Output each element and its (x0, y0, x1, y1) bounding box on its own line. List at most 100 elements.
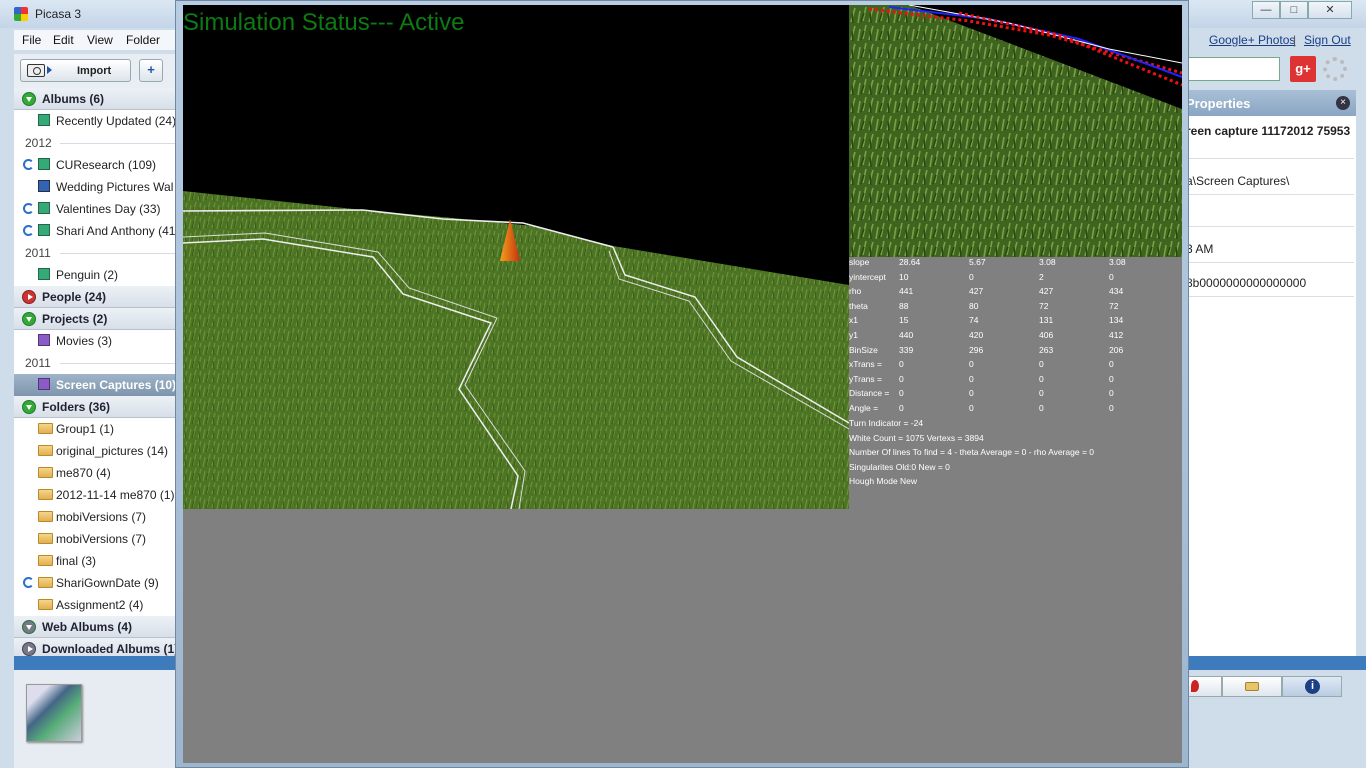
stats-value: 0 (1039, 359, 1044, 370)
sync-icon (23, 159, 34, 170)
google-photos-link[interactable]: Google+ Photos (1209, 33, 1295, 47)
import-label: Import (77, 65, 112, 77)
stats-label: BinSize (849, 344, 878, 355)
expand-arrow-icon[interactable] (22, 642, 36, 656)
collapse-arrow-icon[interactable] (22, 400, 36, 414)
sync-icon (23, 225, 34, 236)
tray-thumbnail[interactable] (26, 684, 82, 742)
stats-value: 206 (1109, 344, 1124, 355)
library-label: People (24) (42, 290, 107, 304)
minimize-icon[interactable]: — (1252, 1, 1280, 19)
property-id: 8b0000000000000000 (1186, 276, 1307, 290)
stats-value: 0 (899, 388, 904, 399)
stats-value: 134 (1109, 315, 1124, 326)
stats-value: 2 (1039, 271, 1044, 282)
menu-edit[interactable]: Edit (53, 33, 74, 47)
properties-toolbar: i (1186, 676, 1356, 698)
library-label: Albums (6) (42, 92, 105, 106)
library-section[interactable]: Projects (2) (14, 308, 184, 330)
library-item[interactable]: Recently Updated (24) (14, 110, 184, 132)
book-icon (38, 180, 50, 192)
library-label: Wedding Pictures Wal (56, 180, 174, 194)
library-item[interactable]: mobiVersions (7) (14, 506, 184, 528)
stats-value: 131 (1039, 315, 1054, 326)
stats-value: 434 (1109, 286, 1124, 297)
library-label: Penguin (2) (56, 268, 119, 282)
sign-out-link[interactable]: Sign Out (1304, 33, 1351, 47)
library-label: 2011 (25, 356, 51, 370)
stats-value: 0 (969, 359, 974, 370)
library-item[interactable]: 2012-11-14 me870 (1) (14, 484, 184, 506)
library-item[interactable]: final (3) (14, 550, 184, 572)
library-section[interactable]: People (24) (14, 286, 184, 308)
library-label: Projects (2) (42, 312, 108, 326)
menu-file[interactable]: File (22, 33, 41, 47)
stats-value: 427 (1039, 286, 1054, 297)
tag-icon (1245, 682, 1259, 691)
menu-folder[interactable]: Folder (126, 33, 160, 47)
library-section[interactable]: Albums (6) (14, 88, 184, 110)
info-button[interactable]: i (1282, 676, 1342, 697)
folder-icon (38, 489, 53, 500)
menu-view[interactable]: View (87, 33, 113, 47)
tags-button[interactable] (1222, 676, 1282, 697)
close-icon[interactable]: × (1336, 96, 1350, 110)
video-icon (38, 378, 50, 390)
album-icon (38, 114, 50, 126)
library-item[interactable]: original_pictures (14) (14, 440, 184, 462)
library-label: CUResearch (109) (56, 158, 157, 172)
stats-value: 0 (1039, 388, 1044, 399)
stats-value: 80 (969, 300, 979, 311)
collapse-arrow-icon[interactable] (22, 620, 36, 634)
stats-value: 5.67 (969, 257, 986, 267)
library-item[interactable]: me870 (4) (14, 462, 184, 484)
library-section[interactable]: Web Albums (4) (14, 616, 184, 638)
collapse-arrow-icon[interactable] (22, 312, 36, 326)
maximize-icon[interactable]: □ (1280, 1, 1308, 19)
add-to-album-button[interactable]: + (139, 59, 163, 82)
library-item[interactable]: Penguin (2) (14, 264, 184, 286)
import-toolbar: Import + (14, 54, 184, 88)
library-item[interactable]: Valentines Day (33) (14, 198, 184, 220)
library-item[interactable]: mobiVersions (7) (14, 528, 184, 550)
stats-value: 0 (899, 403, 904, 413)
library-label: Valentines Day (33) (56, 202, 161, 216)
library-item[interactable]: Shari And Anthony (41 (14, 220, 184, 242)
library-item[interactable]: Group1 (1) (14, 418, 184, 440)
album-icon (38, 202, 50, 214)
google-plus-button[interactable]: g+ (1290, 56, 1316, 82)
geotag-button[interactable] (1186, 676, 1222, 697)
sync-icon (23, 203, 34, 214)
search-input[interactable] (1186, 57, 1280, 81)
library-label: 2011 (25, 246, 51, 260)
library-label: Movies (3) (56, 334, 113, 348)
library-item[interactable]: Wedding Pictures Wal (14, 176, 184, 198)
stats-value: 88 (899, 300, 909, 311)
grass-terrain (183, 191, 849, 509)
close-icon[interactable]: ✕ (1308, 1, 1352, 19)
library-section[interactable]: Folders (36) (14, 396, 184, 418)
stats-value: 263 (1039, 344, 1054, 355)
library-label: Downloaded Albums (1) (42, 642, 179, 656)
simulation-status: Simulation Status--- Active (183, 9, 465, 36)
stats-value: 427 (969, 286, 984, 297)
collapse-arrow-icon[interactable] (22, 92, 36, 106)
video-icon (38, 334, 50, 346)
library-item[interactable]: Movies (3) (14, 330, 184, 352)
stats-value: 441 (899, 286, 914, 297)
library-item[interactable]: Assignment2 (4) (14, 594, 184, 616)
library-section[interactable]: Downloaded Albums (1) (14, 638, 184, 656)
stats-line: White Count = 1075 Vertexs = 3894 (849, 432, 984, 443)
library-item[interactable]: CUResearch (109) (14, 154, 184, 176)
year-divider: 2012 (14, 132, 184, 154)
stats-value: 339 (899, 344, 914, 355)
library-item[interactable]: Screen Captures (10) (14, 374, 184, 396)
stats-value: 3.08 (1109, 257, 1126, 267)
folder-icon (38, 599, 53, 610)
stats-value: 0 (969, 403, 974, 413)
expand-arrow-icon[interactable] (22, 290, 36, 304)
stats-value: 0 (969, 373, 974, 384)
import-button[interactable]: Import (20, 59, 131, 82)
stats-value: 406 (1039, 330, 1054, 340)
library-item[interactable]: ShariGownDate (9) (14, 572, 184, 594)
